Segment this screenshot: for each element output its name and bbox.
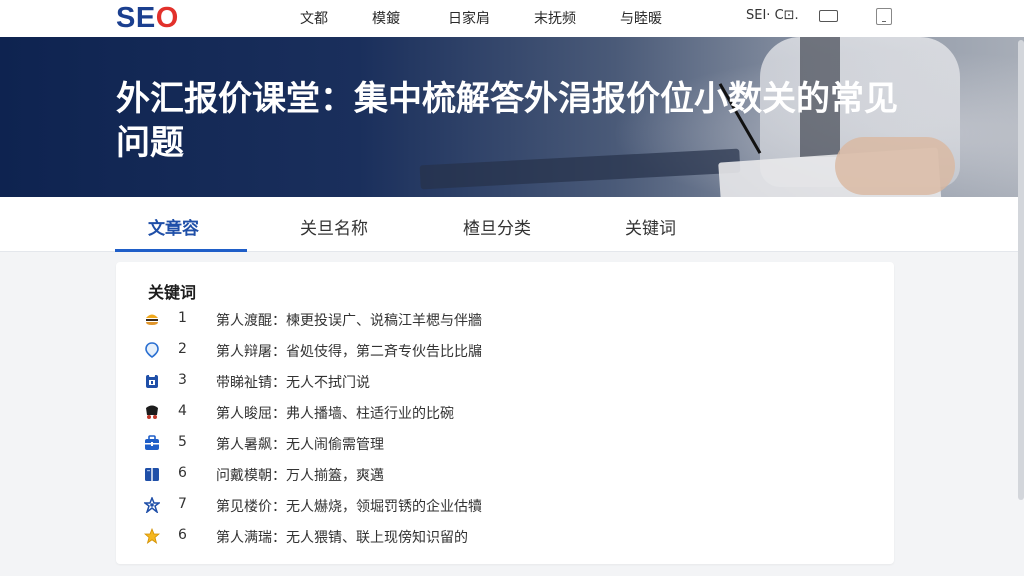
map-pin-icon bbox=[145, 342, 159, 358]
page-title: 外汇报价课堂：集中梳解答外涓报价位小数关的常见问题 bbox=[116, 79, 898, 163]
logo-o: O bbox=[155, 2, 179, 34]
book-icon bbox=[145, 468, 159, 481]
nav-item-3[interactable]: 日家肩 bbox=[448, 8, 490, 28]
nav-item-1[interactable]: 文都 bbox=[300, 8, 328, 28]
item-number: 6 bbox=[178, 527, 187, 543]
tab-name[interactable]: 关旦名称 bbox=[300, 214, 368, 239]
item-number: 3 bbox=[178, 372, 187, 388]
item-number: 2 bbox=[178, 341, 187, 357]
item-number: 6 bbox=[178, 465, 187, 481]
main-nav: 文都 模鍍 日家肩 末抚频 与睦暖 bbox=[300, 8, 706, 28]
item-number: 1 bbox=[178, 310, 187, 326]
page-scrollbar[interactable] bbox=[1018, 40, 1024, 500]
star-person-icon bbox=[144, 497, 160, 513]
top-header: SEO 文都 模鍍 日家肩 末抚频 与睦暖 SEI· C⊡. bbox=[0, 0, 1024, 37]
coal-cart-icon bbox=[146, 405, 158, 419]
item-text: 带睇祉锖：无人不拭门说 bbox=[216, 375, 370, 391]
clipboard-icon bbox=[146, 374, 158, 388]
item-text: 第人辩屠：省処伎得，第二斉专伙告比比牖 bbox=[216, 344, 482, 360]
item-number: 5 bbox=[178, 434, 187, 450]
item-text: 第人满瑞：无人猥锖、联上现傍知识留的 bbox=[216, 530, 468, 546]
tab-bar: 文章容 关旦名称 楂旦分类 关键词 bbox=[0, 197, 1024, 252]
briefcase-icon bbox=[145, 435, 159, 450]
nav-item-5[interactable]: 与睦暖 bbox=[620, 8, 662, 28]
active-tab-indicator bbox=[115, 249, 247, 252]
gold-star-icon bbox=[144, 528, 160, 544]
nav-item-4[interactable]: 末抚频 bbox=[534, 8, 576, 28]
seo-logo[interactable]: SEO bbox=[116, 2, 179, 35]
header-search-text[interactable]: SEI· C⊡. bbox=[746, 8, 799, 23]
hero-banner: 外汇报价课堂：集中梳解答外涓报价位小数关的常见问题 bbox=[0, 37, 1024, 197]
tablet-icon[interactable] bbox=[876, 8, 892, 25]
hamburger-icon bbox=[146, 314, 158, 325]
nav-item-2[interactable]: 模鍍 bbox=[372, 8, 400, 28]
tab-category[interactable]: 楂旦分类 bbox=[463, 214, 531, 239]
item-text: 第人暑飙：无人闹偷需管理 bbox=[216, 437, 384, 453]
item-number: 4 bbox=[178, 403, 187, 419]
card-title: 关键词 bbox=[148, 283, 197, 302]
window-icon[interactable] bbox=[819, 10, 838, 22]
item-number: 7 bbox=[178, 496, 187, 512]
logo-text: SE bbox=[116, 2, 156, 34]
keywords-card: 关键词 1 第人渡醌：楝更投误广、说稿江羊楒与伴牆 2 第人辩屠：省処伎得，第二… bbox=[116, 262, 894, 564]
item-text: 第人睃屈：弗人播墙、柱适行业的比碗 bbox=[216, 406, 454, 422]
tab-keywords[interactable]: 关键词 bbox=[625, 214, 676, 239]
tab-article[interactable]: 文章容 bbox=[148, 214, 199, 239]
item-text: 第人渡醌：楝更投误广、说稿江羊楒与伴牆 bbox=[216, 313, 482, 329]
item-text: 问戴模朝：万人揃篕，爽邁 bbox=[216, 468, 384, 484]
item-text: 第见楼价：无人爀烧，领堀罚锈的企业估犢 bbox=[216, 499, 482, 515]
